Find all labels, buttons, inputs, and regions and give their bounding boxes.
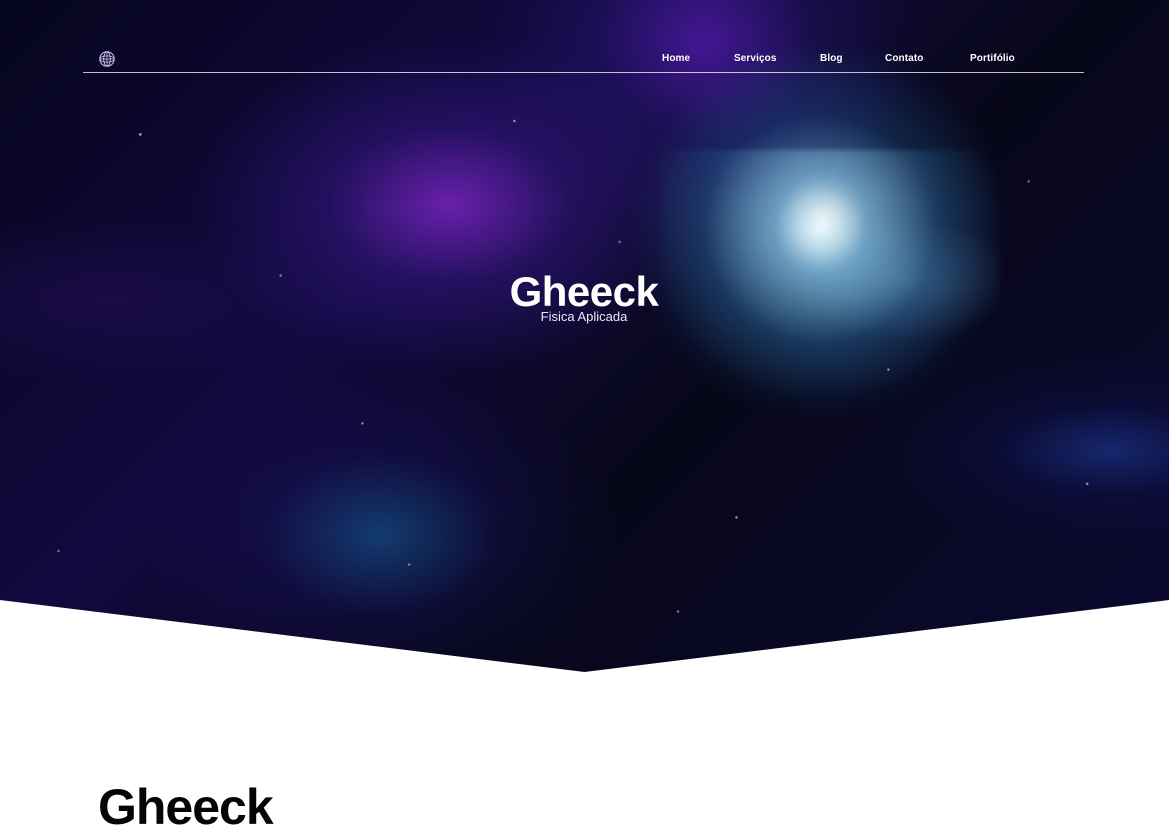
- nav-servicos-link[interactable]: Serviços: [734, 53, 777, 65]
- nav-contato-link[interactable]: Contato: [885, 53, 923, 65]
- hero-banner: Home Serviços Blog Contato Portifólio Gh…: [0, 0, 1169, 672]
- top-navigation-bar: Home Serviços Blog Contato Portifólio: [83, 46, 1084, 73]
- globe-icon[interactable]: [98, 50, 116, 68]
- hero-heading-group: Gheeck Fisica Aplicada: [450, 268, 718, 324]
- content-title: Gheeck: [98, 779, 274, 835]
- nav-home-link[interactable]: Home: [662, 53, 690, 65]
- hero-subtitle: Fisica Aplicada: [540, 309, 628, 324]
- nav-portfolio-link[interactable]: Portifólio: [970, 53, 1015, 65]
- main-navigation: Home Serviços Blog Contato Portifólio: [662, 53, 1022, 67]
- nav-blog-link[interactable]: Blog: [820, 53, 843, 65]
